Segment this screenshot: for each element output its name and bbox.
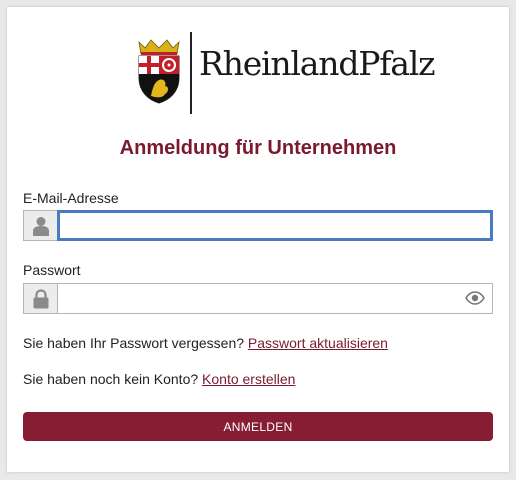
email-field-group	[23, 210, 493, 241]
password-input[interactable]	[57, 283, 493, 314]
login-button[interactable]: ANMELDEN	[23, 412, 493, 441]
password-field-group	[23, 283, 493, 314]
user-icon	[23, 210, 57, 241]
register-line: Sie haben noch kein Konto? Konto erstell…	[23, 371, 295, 387]
forgot-password-line: Sie haben Ihr Passwort vergessen? Passwo…	[23, 335, 388, 351]
lock-icon	[23, 283, 57, 314]
email-label: E-Mail-Adresse	[23, 190, 119, 206]
create-account-link[interactable]: Konto erstellen	[202, 371, 295, 387]
update-password-link[interactable]: Passwort aktualisieren	[248, 335, 388, 351]
rlp-logo: RheinlandPfalz	[135, 32, 435, 120]
coat-of-arms-icon	[138, 39, 180, 104]
page-title: Anmeldung für Unternehmen	[119, 137, 397, 159]
login-card: RheinlandPfalz Anmeldung für Unternehmen…	[7, 7, 509, 472]
forgot-password-text: Sie haben Ihr Passwort vergessen?	[23, 335, 245, 351]
register-text: Sie haben noch kein Konto?	[23, 371, 199, 387]
password-label: Passwort	[23, 262, 81, 278]
logo-divider	[190, 32, 192, 114]
eye-icon[interactable]	[465, 290, 485, 306]
email-input[interactable]	[57, 210, 493, 241]
brand-wordmark: RheinlandPfalz	[199, 44, 435, 83]
